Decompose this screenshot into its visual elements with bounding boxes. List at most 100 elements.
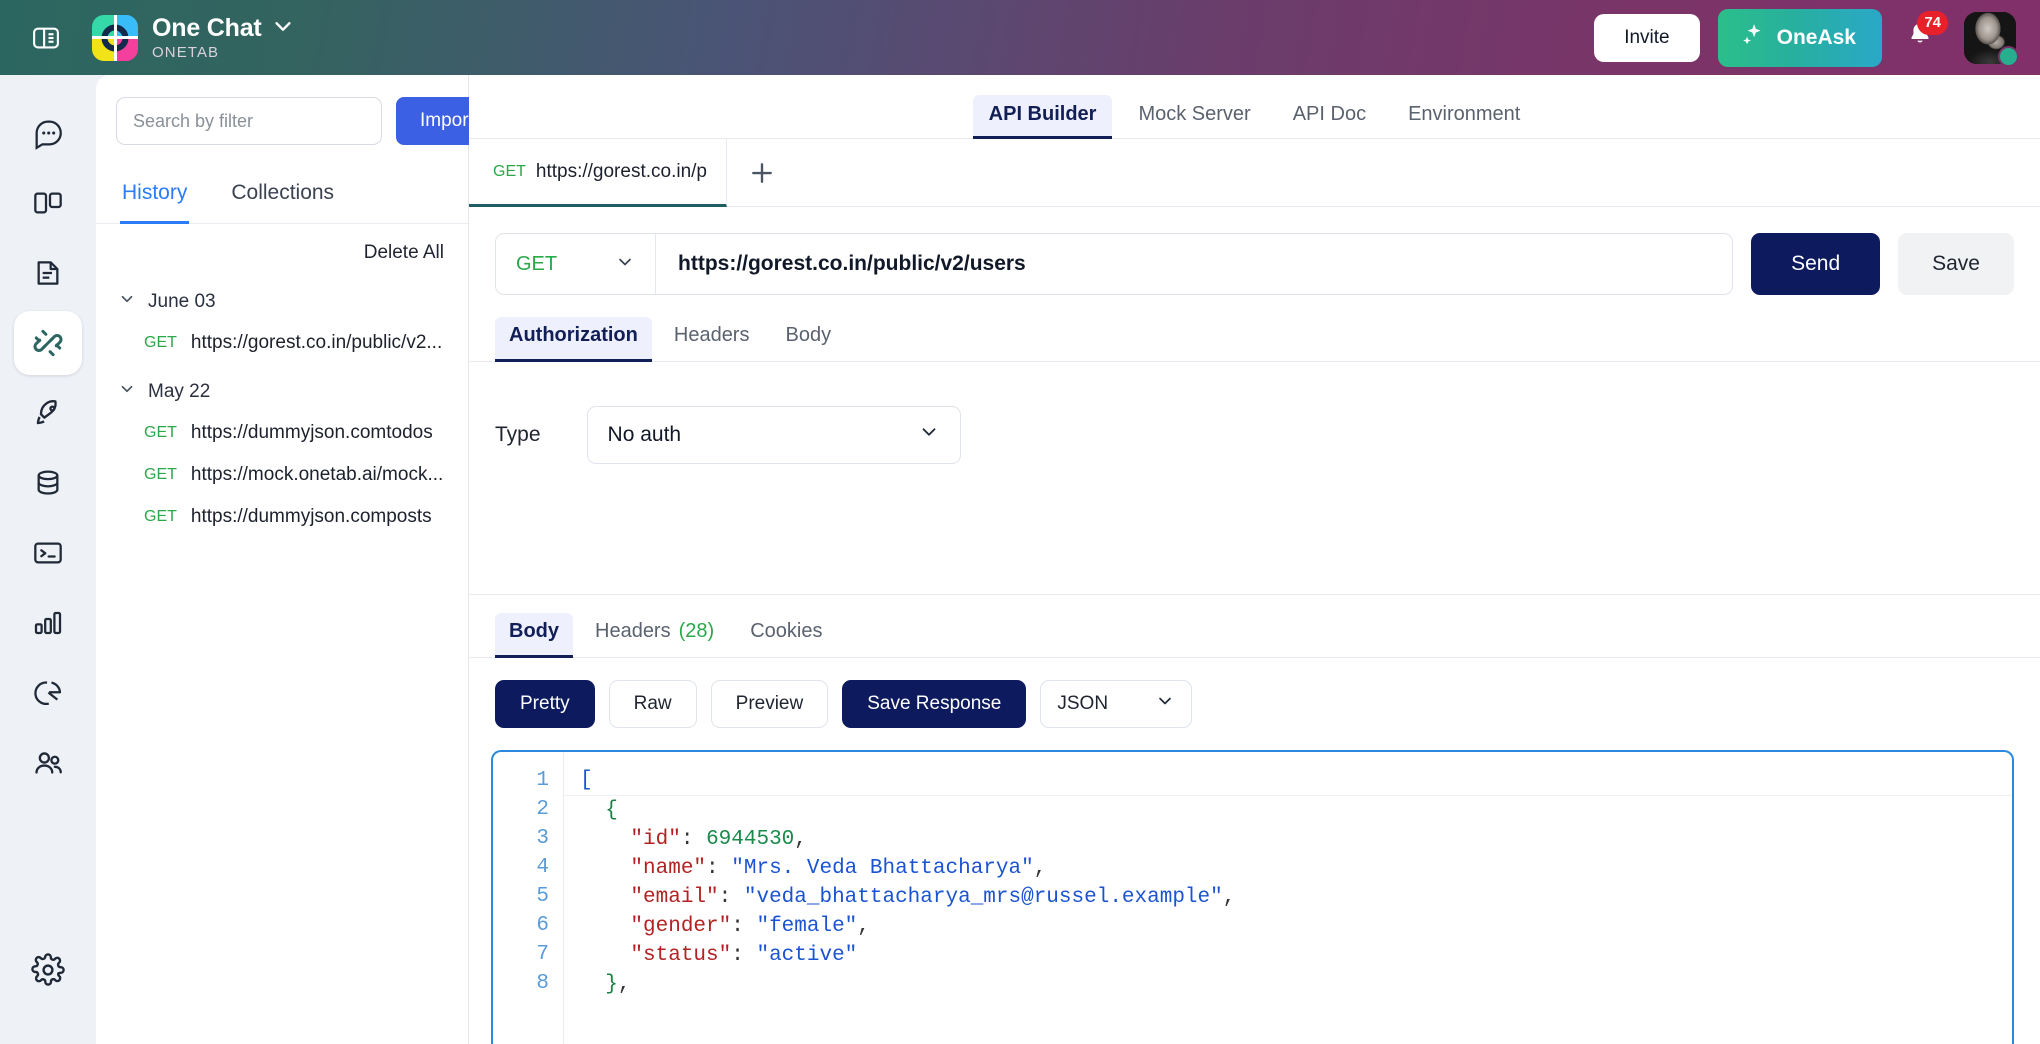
avatar[interactable] bbox=[1964, 12, 2016, 64]
code-line: "gender": "female", bbox=[580, 912, 2012, 941]
chevron-down-icon bbox=[118, 380, 136, 404]
request-method: GET bbox=[144, 466, 177, 484]
sidebar-item-team[interactable] bbox=[14, 731, 82, 795]
history-actions: Delete All bbox=[96, 224, 468, 274]
request-url-row: GET https://gorest.co.in/public/v2/users… bbox=[469, 207, 2040, 295]
tab-response-headers-label: Headers bbox=[595, 620, 671, 643]
sidebar-item-api-connector[interactable] bbox=[14, 311, 82, 375]
raw-button[interactable]: Raw bbox=[609, 680, 697, 728]
sidebar-item-settings[interactable] bbox=[14, 938, 82, 1002]
app-root: One Chat ONETAB Invite OneAsk bbox=[0, 0, 2040, 1044]
request-url: https://gorest.co.in/public/v2... bbox=[191, 332, 442, 354]
send-button[interactable]: Send bbox=[1751, 233, 1880, 295]
tab-api-builder[interactable]: API Builder bbox=[973, 95, 1113, 139]
request-tab-method: GET bbox=[493, 163, 526, 181]
request-tab-bar: GET https://gorest.co.in/pu bbox=[469, 139, 2040, 207]
sidebar-item-layout[interactable] bbox=[14, 171, 82, 235]
tab-body[interactable]: Body bbox=[771, 317, 845, 362]
tab-response-body[interactable]: Body bbox=[495, 613, 573, 658]
line-number: 4 bbox=[493, 853, 563, 882]
response-tabs: Body Headers (28) Cookies bbox=[469, 595, 2040, 658]
brand[interactable]: One Chat ONETAB bbox=[92, 15, 294, 61]
method-select[interactable]: GET bbox=[496, 234, 656, 294]
response-code-editor[interactable]: 12345678 [ { "id": 6944530, "name": "Mrs… bbox=[491, 750, 2014, 1044]
auth-type-value: No auth bbox=[608, 423, 682, 447]
search-input[interactable] bbox=[116, 97, 382, 145]
online-status-dot bbox=[1998, 46, 2019, 67]
tab-history[interactable]: History bbox=[120, 167, 189, 224]
add-request-tab-button[interactable] bbox=[727, 139, 797, 206]
sidebar-item-analytics[interactable] bbox=[14, 591, 82, 655]
chevron-down-icon bbox=[615, 252, 635, 277]
save-response-button[interactable]: Save Response bbox=[842, 680, 1026, 728]
request-url: https://dummyjson.comtodos bbox=[191, 422, 433, 444]
line-number: 7 bbox=[493, 940, 563, 969]
history-group-header[interactable]: May 22 bbox=[96, 372, 468, 412]
tab-response-cookies[interactable]: Cookies bbox=[736, 613, 836, 658]
list-item[interactable]: GET https://mock.onetab.ai/mock... bbox=[96, 454, 468, 496]
tab-headers[interactable]: Headers bbox=[660, 317, 764, 362]
chevron-down-icon[interactable] bbox=[272, 15, 294, 42]
pretty-button[interactable]: Pretty bbox=[495, 680, 595, 728]
panel-toggle-icon[interactable] bbox=[26, 18, 66, 58]
sparkles-icon bbox=[1740, 22, 1766, 54]
code-line: }, bbox=[580, 970, 2012, 999]
line-number: 3 bbox=[493, 824, 563, 853]
tab-collections[interactable]: Collections bbox=[229, 167, 336, 224]
history-group-may-22: May 22 GET https://dummyjson.comtodos GE… bbox=[96, 364, 468, 538]
tab-authorization[interactable]: Authorization bbox=[495, 317, 652, 362]
invite-button[interactable]: Invite bbox=[1594, 14, 1699, 62]
save-request-button[interactable]: Save bbox=[1898, 233, 2014, 295]
editor-code[interactable]: [ { "id": 6944530, "name": "Mrs. Veda Bh… bbox=[563, 752, 2012, 1044]
sidebar-item-reports[interactable] bbox=[14, 661, 82, 725]
tab-response-cookies-label: Cookies bbox=[750, 620, 822, 643]
sidebar-item-document[interactable] bbox=[14, 241, 82, 305]
code-line: "id": 6944530, bbox=[580, 825, 2012, 854]
delete-all-button[interactable]: Delete All bbox=[364, 242, 444, 264]
sidebar-item-terminal[interactable] bbox=[14, 521, 82, 585]
oneask-button[interactable]: OneAsk bbox=[1718, 9, 1882, 67]
url-bar: GET https://gorest.co.in/public/v2/users bbox=[495, 233, 1733, 295]
main-content: API Builder Mock Server API Doc Environm… bbox=[469, 75, 2040, 1044]
app-header: One Chat ONETAB Invite OneAsk bbox=[0, 0, 2040, 75]
code-line: "email": "veda_bhattacharya_mrs@russel.e… bbox=[580, 883, 2012, 912]
sidebar-item-database[interactable] bbox=[14, 451, 82, 515]
method-value: GET bbox=[516, 253, 557, 276]
line-number: 5 bbox=[493, 882, 563, 911]
app-body: Import History Collections Delete All Ju… bbox=[0, 75, 2040, 1044]
icon-rail bbox=[0, 75, 96, 1044]
request-config-tabs: Authorization Headers Body bbox=[469, 295, 2040, 362]
request-tab[interactable]: GET https://gorest.co.in/pu bbox=[469, 139, 727, 207]
history-tabs: History Collections bbox=[96, 167, 468, 224]
oneask-label: OneAsk bbox=[1777, 26, 1856, 50]
request-method: GET bbox=[144, 508, 177, 526]
workspace-subtitle: ONETAB bbox=[152, 45, 294, 61]
tab-response-headers[interactable]: Headers (28) bbox=[581, 613, 728, 658]
sidebar-item-chat[interactable] bbox=[14, 101, 82, 165]
request-url: https://dummyjson.composts bbox=[191, 506, 432, 528]
main-tabs: API Builder Mock Server API Doc Environm… bbox=[469, 75, 2040, 139]
notifications-button[interactable]: 74 bbox=[1900, 17, 1940, 59]
url-input[interactable]: https://gorest.co.in/public/v2/users bbox=[656, 252, 1732, 276]
history-search-row: Import bbox=[96, 75, 468, 167]
auth-type-select[interactable]: No auth bbox=[587, 406, 961, 464]
history-group-header[interactable]: June 03 bbox=[96, 282, 468, 322]
preview-button[interactable]: Preview bbox=[711, 680, 829, 728]
tab-environment[interactable]: Environment bbox=[1392, 95, 1536, 139]
onetab-logo-icon bbox=[92, 15, 138, 61]
response-format-select[interactable]: JSON bbox=[1040, 680, 1192, 728]
line-number: 6 bbox=[493, 911, 563, 940]
list-item[interactable]: GET https://gorest.co.in/public/v2... bbox=[96, 322, 468, 364]
sidebar-item-deploy[interactable] bbox=[14, 381, 82, 445]
code-line: { bbox=[580, 796, 2012, 825]
tab-api-doc[interactable]: API Doc bbox=[1277, 95, 1382, 139]
tab-mock-server[interactable]: Mock Server bbox=[1122, 95, 1266, 139]
list-item[interactable]: GET https://dummyjson.comtodos bbox=[96, 412, 468, 454]
response-format-value: JSON bbox=[1057, 693, 1108, 715]
list-item[interactable]: GET https://dummyjson.composts bbox=[96, 496, 468, 538]
history-panel: Import History Collections Delete All Ju… bbox=[96, 75, 469, 1044]
request-method: GET bbox=[144, 334, 177, 352]
line-number: 1 bbox=[493, 766, 563, 795]
code-line: "name": "Mrs. Veda Bhattacharya", bbox=[580, 854, 2012, 883]
code-line: "status": "active" bbox=[580, 941, 2012, 970]
